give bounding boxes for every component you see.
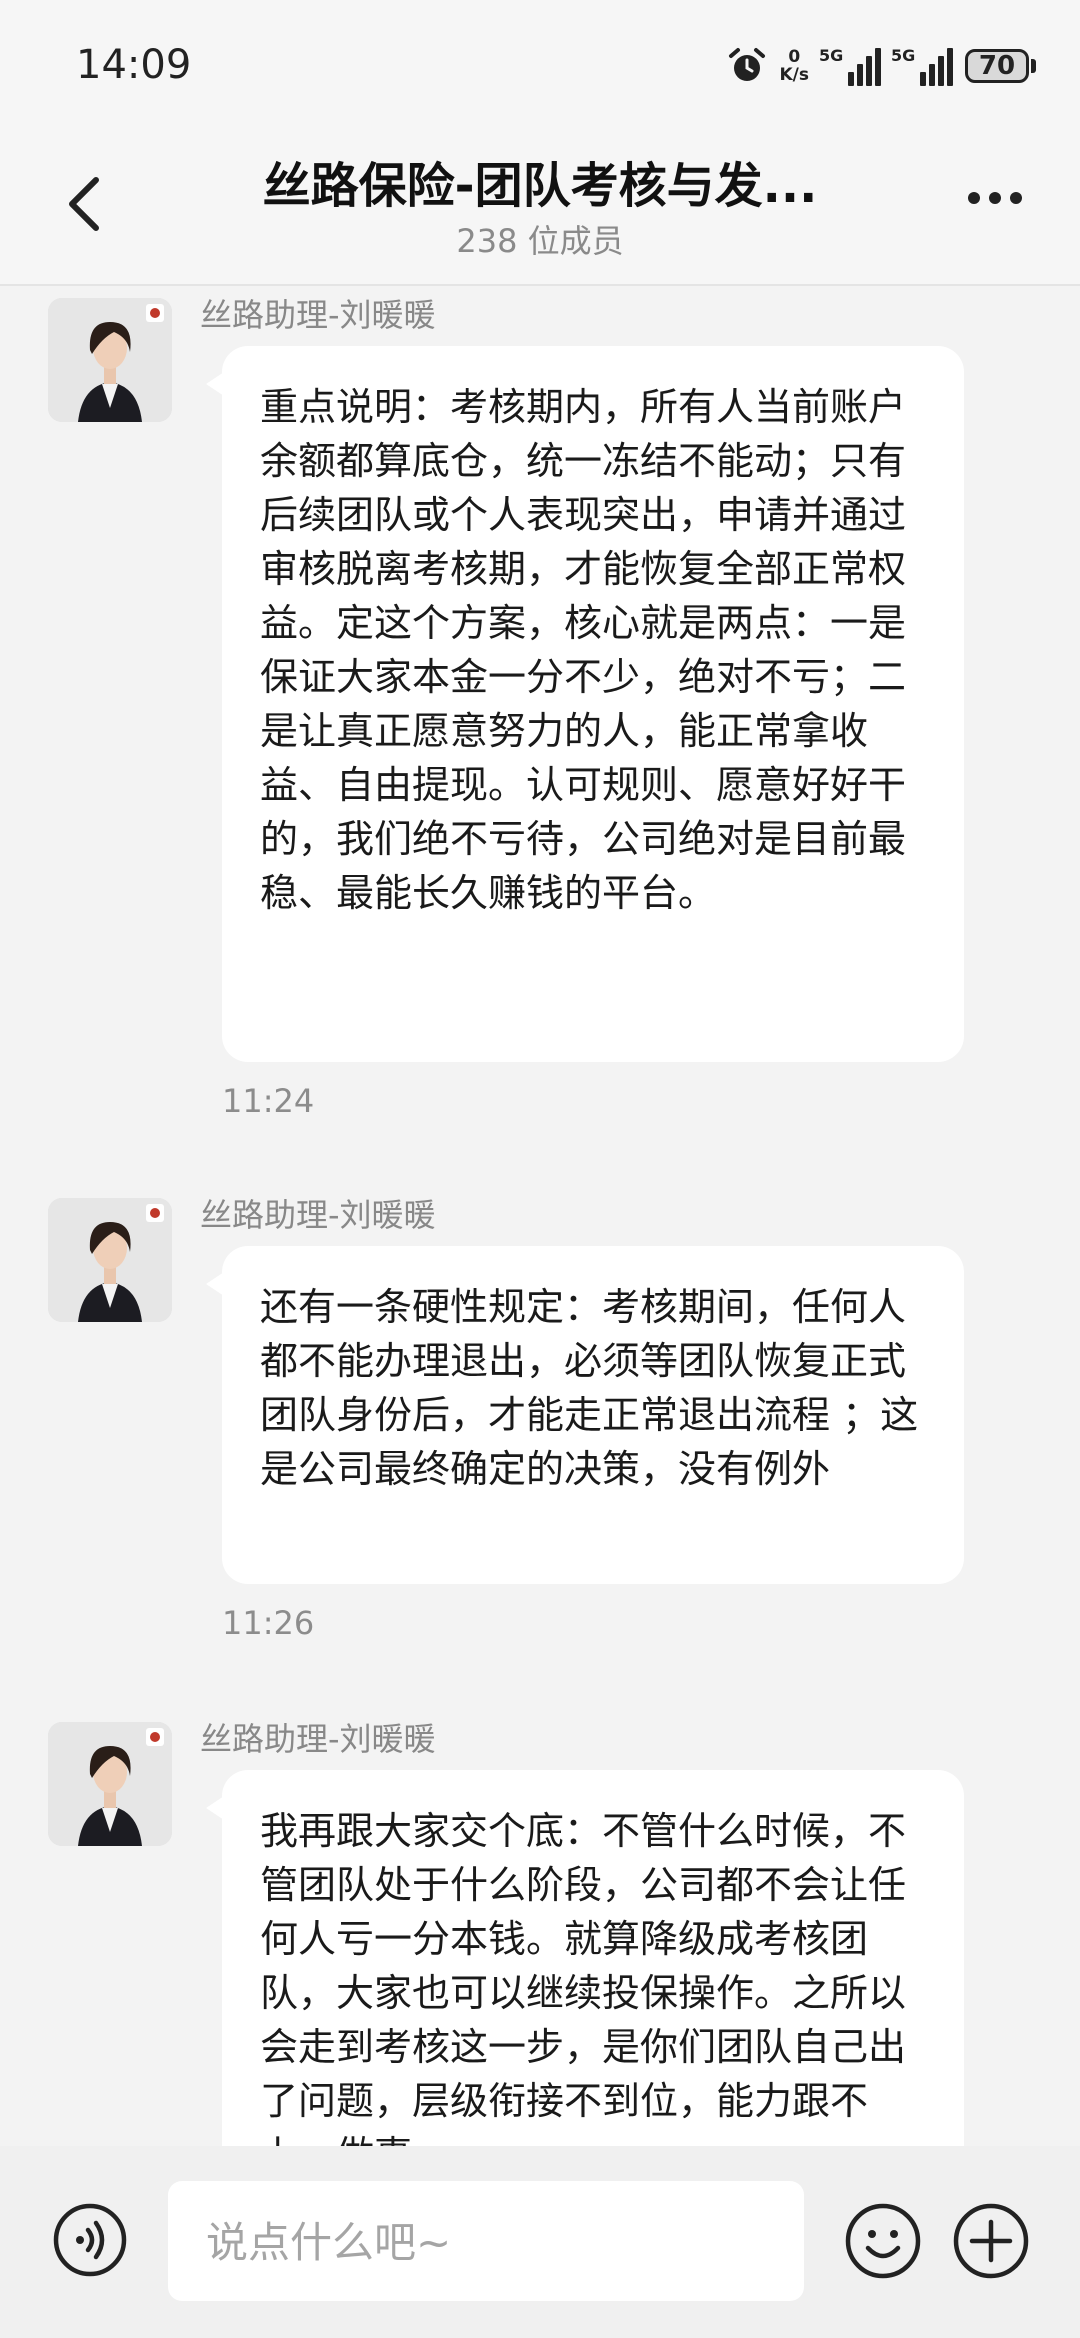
message-list[interactable]: 丝路助理-刘暖暖 重点说明：考核期内，所有人当前账户余额都算底仓，统一冻结不能动… [0,286,1080,2146]
signal-1-icon: 5G [819,46,881,86]
sender-name: 丝路助理-刘暖暖 [200,1196,436,1234]
emoji-icon[interactable] [844,2202,922,2280]
input-bar [0,2146,1080,2338]
status-icons: 0 K/s 5G 5G 70 [727,44,1036,88]
voice-icon[interactable] [52,2202,128,2278]
net-speed: 0 K/s [779,48,809,84]
plus-icon[interactable] [952,2202,1030,2280]
message-time: 11:26 [222,1604,315,1642]
signal-1-label: 5G [819,46,844,65]
avatar-portrait-icon [48,298,172,422]
sender-name: 丝路助理-刘暖暖 [200,1720,436,1758]
member-count: 238 位成员 [456,222,624,260]
back-arrow-icon[interactable] [60,174,110,234]
signal-2-icon: 5G [891,46,953,86]
battery-level: 70 [965,49,1029,83]
sender-name: 丝路助理-刘暖暖 [200,296,436,334]
message-input[interactable] [204,2181,788,2303]
avatar-portrait-icon [48,1198,172,1322]
avatar[interactable] [48,1722,172,1846]
message-bubble[interactable]: 我再跟大家交个底：不管什么时候，不管团队处于什么阶段，公司都不会让任何人亏一分本… [222,1770,964,2146]
avatar[interactable] [48,298,172,422]
avatar[interactable] [48,1198,172,1322]
signal-2-label: 5G [891,46,916,65]
message-bubble[interactable]: 重点说明：考核期内，所有人当前账户余额都算底仓，统一冻结不能动；只有后续团队或个… [222,346,964,1062]
alarm-icon [729,48,766,81]
net-speed-value: 0 [788,47,801,67]
more-dots-icon[interactable] [968,192,1022,204]
message-bubble[interactable]: 还有一条硬性规定：考核期间，任何人都不能办理退出，必须等团队恢复正式团队身份后，… [222,1246,964,1584]
battery-icon: 70 [965,49,1036,83]
message-time: 11:24 [222,1082,315,1120]
net-speed-unit: K/s [779,65,809,85]
message-input-box[interactable] [168,2181,804,2303]
avatar-portrait-icon [48,1722,172,1846]
status-time: 14:09 [76,42,192,88]
group-title[interactable]: 丝路保险-团队考核与发... [180,146,900,216]
chat-header: 丝路保险-团队考核与发... 238 位成员 [0,130,1080,286]
status-bar: 14:09 0 K/s 5G 5G 70 [0,0,1080,130]
